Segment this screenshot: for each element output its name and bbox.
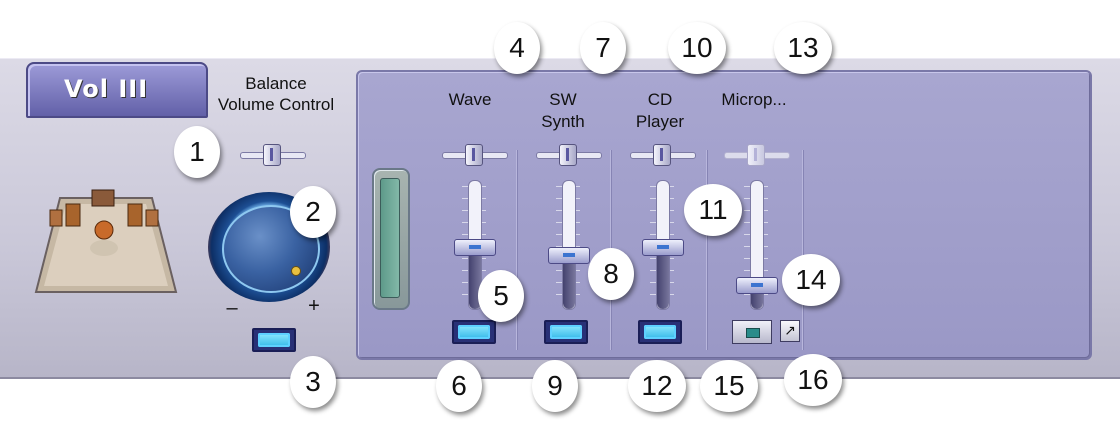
callout-16: 16 — [784, 354, 842, 406]
sw-synth-balance-slider[interactable] — [534, 144, 602, 166]
microphone-balance-slider — [722, 144, 790, 166]
callout-6: 6 — [436, 360, 482, 412]
cd-player-balance-slider[interactable] — [628, 144, 696, 166]
knob-plus-label: + — [308, 295, 320, 317]
callout-11: 11 — [684, 184, 742, 236]
sw-synth-volume-slider[interactable] — [548, 180, 590, 310]
callout-10: 10 — [668, 22, 726, 74]
callout-5: 5 — [478, 270, 524, 322]
callout-9: 9 — [532, 360, 578, 412]
wave-mute-button[interactable] — [452, 320, 496, 344]
callout-1: 1 — [174, 126, 220, 178]
callout-13: 13 — [774, 22, 832, 74]
channel-separator — [706, 150, 708, 350]
callout-4: 4 — [494, 22, 540, 74]
wrench-icon: ↗ — [784, 323, 796, 339]
channel-separator — [516, 150, 518, 350]
volume-control-label: Volume Control — [217, 95, 335, 114]
wave-balance-slider[interactable] — [440, 144, 508, 166]
callout-14: 14 — [782, 254, 840, 306]
sw-synth-label-line1: SW — [549, 90, 577, 109]
volume-tab[interactable]: Vol III — [26, 62, 208, 118]
sw-synth-mute-button[interactable] — [544, 320, 588, 344]
callout-12: 12 — [628, 360, 686, 412]
callout-8: 8 — [588, 248, 634, 300]
master-balance-slider[interactable] — [238, 144, 306, 166]
wave-label: Wave — [448, 90, 492, 109]
cd-player-volume-slider[interactable] — [642, 180, 684, 310]
microphone-volume-slider[interactable] — [736, 180, 778, 310]
cd-player-mute-button[interactable] — [638, 320, 682, 344]
callout-2: 2 — [290, 186, 336, 238]
master-mute-button[interactable] — [252, 328, 296, 352]
vu-meter — [372, 168, 410, 310]
cd-player-label-line1: CD — [647, 90, 673, 109]
advanced-settings-button[interactable]: ↗ — [780, 320, 800, 342]
sw-synth-label-line2: Synth — [541, 112, 585, 131]
callout-3: 3 — [290, 356, 336, 408]
microphone-select-button[interactable] — [732, 320, 772, 344]
microphone-label: Microp... — [721, 90, 787, 109]
speaker-layout-icon — [34, 189, 178, 293]
knob-minus-label: – — [226, 297, 238, 319]
knob-indicator — [291, 266, 301, 276]
balance-label: Balance — [245, 74, 307, 93]
cd-player-label-line2: Player — [635, 112, 685, 131]
callout-7: 7 — [580, 22, 626, 74]
volume-tab-label: Vol III — [64, 75, 149, 103]
channel-separator — [802, 150, 804, 350]
callout-15: 15 — [700, 360, 758, 412]
